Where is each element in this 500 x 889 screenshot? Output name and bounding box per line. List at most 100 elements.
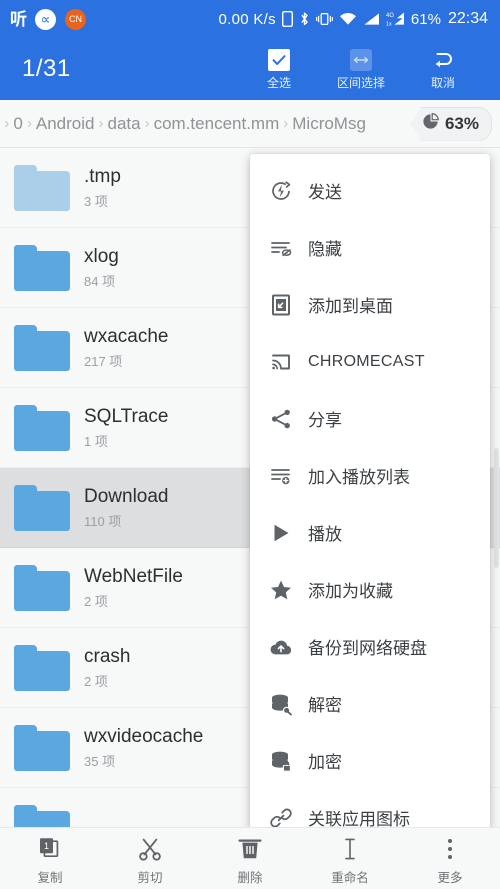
cut-icon bbox=[137, 836, 163, 862]
breadcrumb-item-android[interactable]: Android bbox=[36, 114, 95, 134]
menu-item-send[interactable]: 发送 bbox=[250, 162, 490, 219]
svg-text:1: 1 bbox=[44, 840, 49, 850]
flash-send-icon bbox=[268, 178, 294, 204]
status-bar: 听 ∝ CN 0.00 K/s 4G 1x 61% 22:34 bbox=[0, 0, 500, 38]
menu-item-share[interactable]: 分享 bbox=[250, 390, 490, 447]
menu-item-label: CHROMECAST bbox=[308, 352, 425, 370]
menu-item-play[interactable]: 播放 bbox=[250, 504, 490, 561]
rename-button[interactable]: 重命名 bbox=[300, 832, 400, 886]
breadcrumb-separator: › bbox=[98, 115, 104, 132]
folder-icon bbox=[14, 644, 70, 691]
menu-item-label: 隐藏 bbox=[308, 240, 342, 259]
clock-label: 22:34 bbox=[447, 10, 488, 27]
signal-icon bbox=[363, 11, 380, 27]
breadcrumb: | › 0 › Android › data › com.tencent.mm … bbox=[0, 100, 500, 148]
svg-text:4G: 4G bbox=[386, 13, 394, 19]
range-select-label: 区间选择 bbox=[336, 76, 385, 90]
breadcrumb-path[interactable]: | › 0 › Android › data › com.tencent.mm … bbox=[0, 114, 405, 134]
svg-text:1x: 1x bbox=[386, 22, 392, 28]
trash-icon bbox=[237, 836, 263, 862]
orange-circle-icon: CN bbox=[65, 8, 86, 30]
scrollbar-thumb[interactable] bbox=[494, 448, 499, 568]
folder-icon bbox=[14, 724, 70, 771]
folder-icon bbox=[14, 244, 70, 291]
playlist-add-icon bbox=[268, 463, 294, 489]
menu-item-label: 添加为收藏 bbox=[308, 582, 393, 601]
copy-button[interactable]: 1 复制 bbox=[0, 832, 100, 886]
signal-4g-icon: 4G 1x bbox=[386, 11, 405, 27]
alpha-circle-icon: ∝ bbox=[35, 8, 56, 30]
undo-icon bbox=[431, 49, 455, 71]
breadcrumb-separator: › bbox=[4, 115, 10, 132]
file-manager-screen: 听 ∝ CN 0.00 K/s 4G 1x 61% 22:34 1/31 全选 … bbox=[0, 0, 500, 889]
play-icon bbox=[268, 520, 294, 546]
menu-item-add-to-playlist[interactable]: 加入播放列表 bbox=[250, 447, 490, 504]
menu-item-encrypt[interactable]: 加密 bbox=[250, 732, 490, 789]
storage-percent-label: 63% bbox=[444, 113, 479, 133]
bottom-action-bar: 1 复制 剪切 删除 重命名 更多 bbox=[0, 827, 500, 889]
select-all-button[interactable]: 全选 bbox=[238, 47, 320, 91]
menu-item-label: 播放 bbox=[308, 525, 342, 544]
rename-label: 重命名 bbox=[331, 870, 369, 885]
hide-eye-icon bbox=[268, 235, 294, 261]
range-select-button[interactable]: 区间选择 bbox=[320, 47, 402, 91]
menu-item-add-to-desktop[interactable]: 添加到桌面 bbox=[250, 276, 490, 333]
folder-icon bbox=[14, 484, 70, 531]
cancel-selection-button[interactable]: 取消 bbox=[402, 47, 484, 91]
selection-count-label: 1/31 bbox=[22, 55, 71, 82]
cloud-upload-icon bbox=[268, 634, 294, 660]
breadcrumb-item-data[interactable]: data bbox=[108, 114, 141, 134]
toolbar-actions: 全选 区间选择 取消 bbox=[238, 47, 484, 91]
pie-chart-icon bbox=[422, 112, 439, 135]
breadcrumb-item-0[interactable]: 0 bbox=[13, 114, 22, 134]
status-bar-system-icons: 0.00 K/s 4G 1x 61% 22:34 bbox=[218, 10, 488, 28]
copy-label: 复制 bbox=[37, 870, 63, 885]
select-all-label: 全选 bbox=[266, 76, 291, 90]
list-scrollbar[interactable] bbox=[493, 148, 500, 827]
range-select-icon bbox=[350, 49, 372, 71]
more-label: 更多 bbox=[437, 870, 463, 885]
breadcrumb-separator: › bbox=[26, 115, 32, 132]
menu-item-backup-to-cloud[interactable]: 备份到网络硬盘 bbox=[250, 618, 490, 675]
selection-toolbar: 1/31 全选 区间选择 取消 bbox=[0, 38, 500, 100]
cast-icon bbox=[268, 349, 294, 375]
wifi-icon bbox=[339, 11, 357, 27]
folder-icon bbox=[14, 564, 70, 611]
breadcrumb-item-micromsg[interactable]: MicroMsg bbox=[292, 114, 366, 134]
menu-item-add-favorite[interactable]: 添加为收藏 bbox=[250, 561, 490, 618]
menu-item-label: 加入播放列表 bbox=[308, 468, 410, 487]
menu-item-label: 解密 bbox=[308, 696, 342, 715]
battery-percent-label: 61% bbox=[410, 10, 441, 28]
breadcrumb-item-com-tencent-mm[interactable]: com.tencent.mm bbox=[154, 114, 280, 134]
share-icon bbox=[268, 406, 294, 432]
folder-icon bbox=[14, 164, 70, 211]
more-button[interactable]: 更多 bbox=[400, 832, 500, 886]
menu-item-hide[interactable]: 隐藏 bbox=[250, 219, 490, 276]
star-icon bbox=[268, 577, 294, 603]
storage-usage-button[interactable]: 63% bbox=[410, 106, 492, 141]
folder-icon bbox=[14, 804, 70, 827]
cancel-label: 取消 bbox=[430, 76, 455, 90]
more-vertical-icon bbox=[437, 836, 463, 862]
delete-button[interactable]: 删除 bbox=[200, 832, 300, 886]
rename-icon bbox=[337, 836, 363, 862]
listen-app-icon: 听 bbox=[10, 9, 27, 29]
menu-item-decrypt[interactable]: 解密 bbox=[250, 675, 490, 732]
bluetooth-icon bbox=[299, 11, 310, 27]
menu-item-label: 备份到网络硬盘 bbox=[308, 639, 427, 658]
check-square-icon bbox=[268, 49, 290, 71]
folder-icon bbox=[14, 404, 70, 451]
copy-icon: 1 bbox=[37, 836, 63, 862]
menu-item-chromecast[interactable]: CHROMECAST bbox=[250, 333, 490, 390]
delete-label: 删除 bbox=[237, 870, 263, 885]
cut-label: 剪切 bbox=[137, 870, 163, 885]
menu-item-associate-app-icon[interactable]: 关联应用图标 bbox=[250, 789, 490, 832]
cut-button[interactable]: 剪切 bbox=[100, 832, 200, 886]
sim-card-icon bbox=[281, 11, 293, 27]
network-speed-label: 0.00 K/s bbox=[218, 10, 276, 28]
add-to-desktop-icon bbox=[268, 292, 294, 318]
breadcrumb-separator: › bbox=[283, 115, 289, 132]
breadcrumb-separator: › bbox=[144, 115, 150, 132]
vibrate-icon bbox=[315, 11, 333, 27]
context-menu[interactable]: 发送 隐藏 添加到桌面 CHROMECAST 分享 加入播放列表 播放 添加为收… bbox=[250, 154, 490, 832]
